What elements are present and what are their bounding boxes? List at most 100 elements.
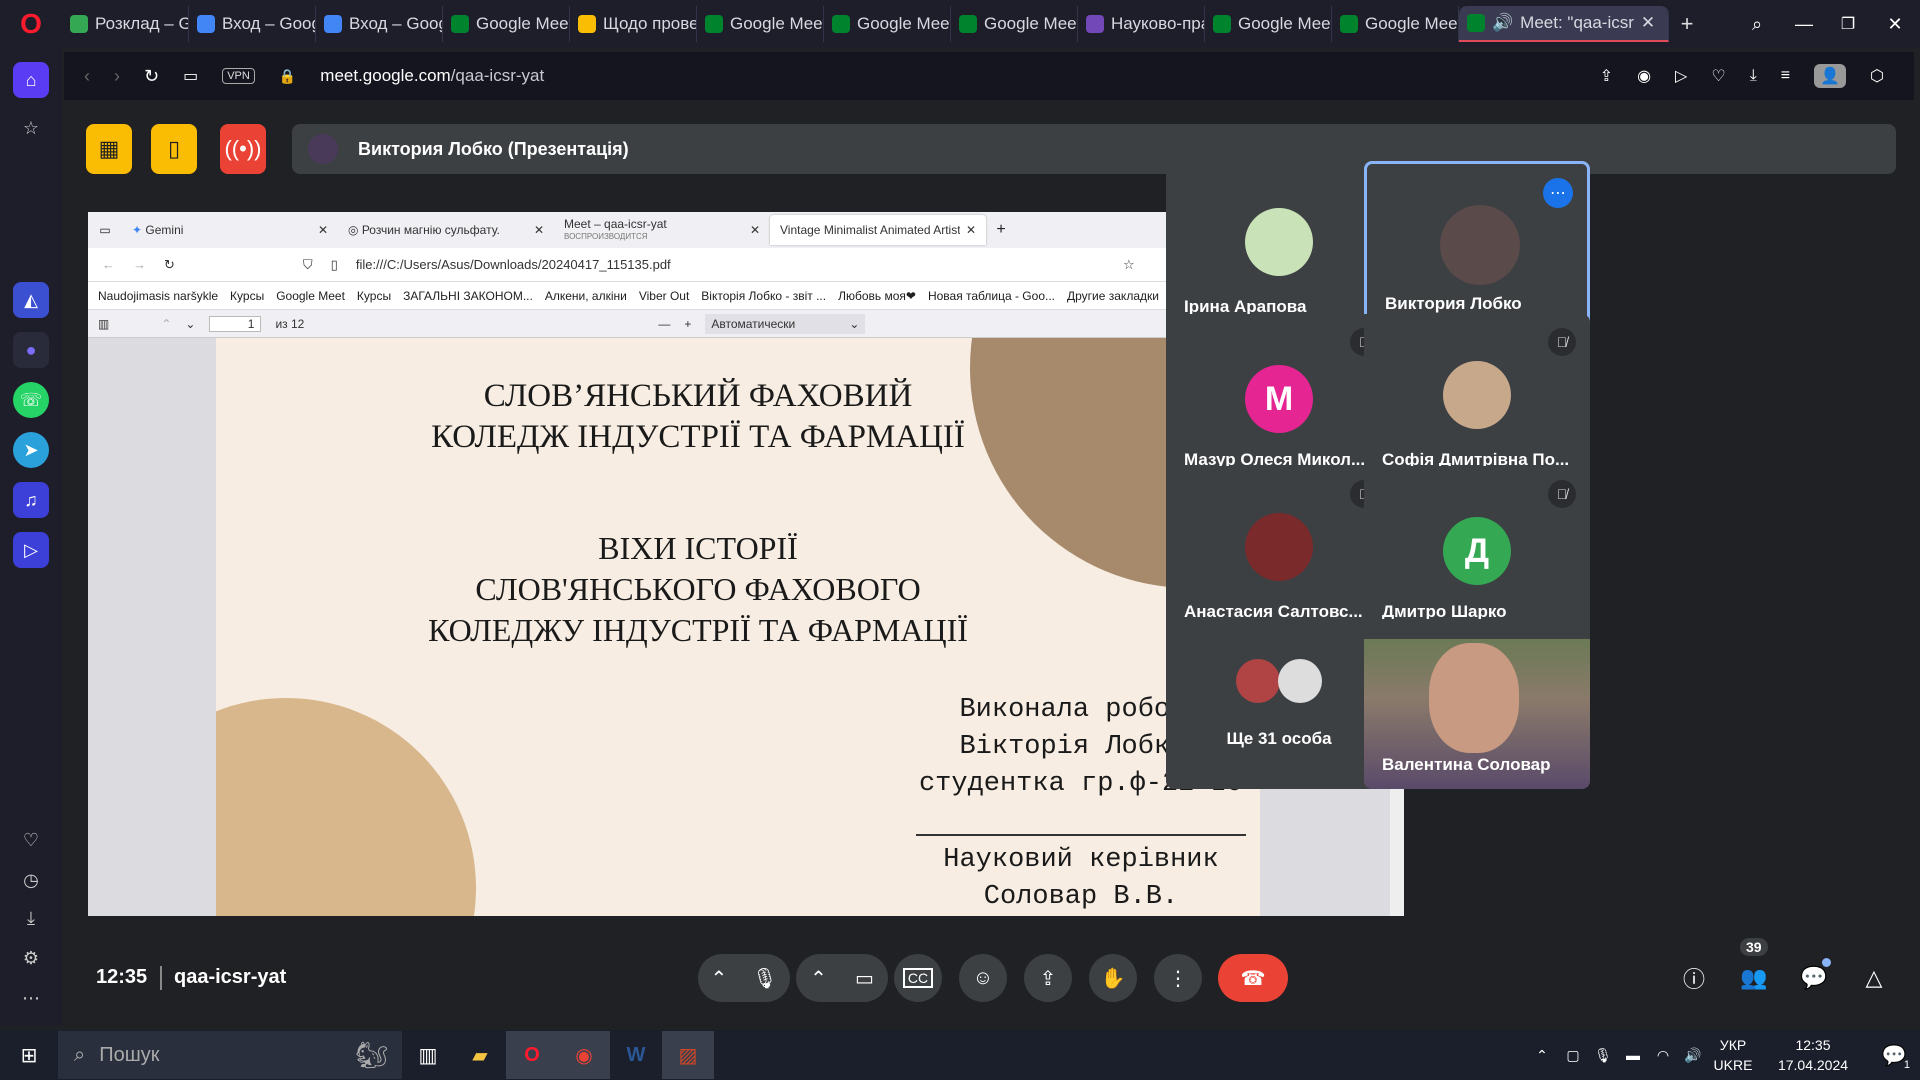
participant-tile[interactable]: 🎙̸ Софія Дмитрівна По...: [1364, 314, 1590, 484]
whatsapp-icon[interactable]: ☏: [13, 382, 49, 418]
powerpoint-taskbar-icon[interactable]: ▨: [662, 1031, 714, 1079]
broadcast-icon[interactable]: ((•)): [220, 124, 266, 174]
tab-list-icon[interactable]: ▭: [88, 223, 122, 237]
captions-button[interactable]: CC: [894, 954, 942, 1002]
info-icon[interactable]: ⓘ: [1676, 960, 1712, 996]
browser-tab[interactable]: Вход – Googl: [316, 6, 443, 42]
browser-tab[interactable]: Щодо прове: [570, 6, 697, 42]
bookmark-item[interactable]: Любовь моя❤: [838, 289, 916, 303]
raise-hand-button[interactable]: ✋: [1089, 954, 1137, 1002]
microphone-icon[interactable]: 🎙: [752, 966, 777, 991]
download-icon[interactable]: ⤓: [1750, 67, 1757, 85]
chevron-up-icon[interactable]: ⌃: [1526, 1031, 1558, 1079]
page-number-input[interactable]: 1: [209, 315, 262, 332]
vpn-badge[interactable]: VPN: [222, 68, 255, 84]
battery-icon[interactable]: ▬: [1618, 1031, 1648, 1079]
camera-icon[interactable]: ▭: [855, 966, 874, 991]
profile-icon[interactable]: 👤: [1814, 64, 1847, 88]
zoom-out-icon[interactable]: —: [658, 317, 670, 331]
participant-tile[interactable]: Валентина Соловар: [1364, 619, 1590, 789]
notifications-icon[interactable]: 💬 1: [1868, 1031, 1920, 1079]
close-icon[interactable]: ✕: [534, 223, 544, 237]
wifi-icon[interactable]: ◠: [1648, 1031, 1678, 1079]
browser-tab[interactable]: Google Meet: [1205, 6, 1332, 42]
emoji-button[interactable]: ☺: [959, 954, 1007, 1002]
present-button[interactable]: ⇪: [1024, 954, 1072, 1002]
bookmark-star-icon[interactable]: ☆: [1123, 257, 1135, 273]
bookmark-item[interactable]: Другие закладки: [1067, 289, 1159, 303]
windows-start-icon[interactable]: ⊞: [0, 1031, 58, 1079]
participant-tile[interactable]: 🎙̸Анастасия Салтовс...: [1166, 466, 1392, 636]
share-icon[interactable]: ⇪: [1600, 66, 1613, 86]
back-icon[interactable]: ‹: [84, 66, 90, 87]
ff-tab-vintage[interactable]: Vintage Minimalist Animated Artist ✕: [770, 215, 986, 245]
restore-button[interactable]: ❐: [1826, 14, 1870, 34]
file-url[interactable]: file:///C:/Users/Asus/Downloads/20240417…: [356, 257, 671, 272]
send-icon[interactable]: ▷: [1675, 66, 1687, 86]
file-explorer-icon[interactable]: ▰: [454, 1031, 506, 1079]
camera-icon[interactable]: ▭: [183, 66, 198, 86]
star-icon[interactable]: ☆: [13, 110, 49, 146]
tab-meet-active[interactable]: 🔊 Meet: "qaa-icsr ✕: [1459, 6, 1669, 42]
bookmark-item[interactable]: Новая таблица - Goo...: [928, 289, 1055, 303]
zoom-in-icon[interactable]: +: [684, 317, 691, 331]
search-tabs-icon[interactable]: ⌕: [1732, 14, 1782, 35]
heart-icon[interactable]: ♡: [1711, 66, 1725, 86]
more-icon[interactable]: ⋯: [13, 980, 49, 1016]
ff-tab-magnesium[interactable]: ◎ Розчин магнію сульфату. ✕: [338, 215, 554, 245]
prev-page-icon[interactable]: ⌃: [161, 317, 171, 331]
browser-tab[interactable]: Вход – Googl: [189, 6, 316, 42]
home-icon[interactable]: ⌂: [13, 62, 49, 98]
close-window-button[interactable]: ✕: [1870, 14, 1920, 35]
sidebar-toggle-icon[interactable]: ▥: [98, 317, 109, 331]
mic-group[interactable]: ⌃ 🎙: [698, 954, 790, 1002]
close-icon[interactable]: ✕: [318, 223, 328, 237]
close-icon[interactable]: ✕: [1641, 13, 1655, 33]
next-page-icon[interactable]: ⌄: [185, 317, 195, 331]
browser-tab[interactable]: Google Meet: [1332, 6, 1459, 42]
opera-logo-icon[interactable]: O: [0, 8, 62, 40]
bookmark-item[interactable]: Курсы: [357, 289, 391, 303]
shield-icon[interactable]: ⛉: [303, 257, 313, 273]
new-tab-button[interactable]: +: [986, 221, 1016, 239]
browser-tab[interactable]: Google Meet: [824, 6, 951, 42]
back-icon[interactable]: ←: [102, 257, 115, 272]
history-icon[interactable]: ◷: [13, 862, 49, 898]
chevron-up-icon[interactable]: ⌃: [710, 966, 727, 991]
browser-tab[interactable]: Google Meet: [951, 6, 1078, 42]
chrome-taskbar-icon[interactable]: ◉: [558, 1031, 610, 1079]
chevron-up-icon[interactable]: ⌃: [810, 966, 827, 991]
forward-icon[interactable]: →: [133, 257, 146, 272]
camera-group[interactable]: ⌃ ▭: [796, 954, 888, 1002]
close-icon[interactable]: ✕: [966, 223, 976, 237]
stop-presenting-icon[interactable]: ▦: [86, 124, 132, 174]
settings-icon[interactable]: ⚙: [13, 940, 49, 976]
extensions-icon[interactable]: ⬡: [1870, 66, 1884, 86]
zoom-select[interactable]: Автоматически ⌄: [705, 313, 866, 334]
telegram-icon[interactable]: ➤: [13, 432, 49, 468]
microphone-icon[interactable]: 🎙: [1588, 1031, 1618, 1079]
bookmark-item[interactable]: Naudojimasis naršykle: [98, 289, 218, 303]
participant-tile[interactable]: Ще 31 особа: [1166, 619, 1392, 789]
bookmark-item[interactable]: ЗАГАЛЬНІ ЗАКОНОМ...: [403, 289, 533, 303]
task-view-icon[interactable]: ▥: [402, 1031, 454, 1079]
messenger-icon[interactable]: ●: [13, 332, 49, 368]
snapshot-icon[interactable]: ◉: [1637, 66, 1651, 86]
ff-tab-meet[interactable]: Meet – qaa-icsr-yat ВОСПРОИЗВОДИТСЯ ✕: [554, 215, 770, 245]
participant-tile[interactable]: Ірина Арапова: [1166, 161, 1392, 331]
downloads-icon[interactable]: ⤓: [13, 900, 49, 936]
url-field[interactable]: meet.google.com/qaa-icsr-yat: [320, 66, 544, 86]
ff-tab-gemini[interactable]: ✦ Gemini ✕: [122, 215, 338, 245]
word-taskbar-icon[interactable]: W: [610, 1031, 662, 1079]
more-options-button[interactable]: ⋮: [1154, 954, 1202, 1002]
bookmark-item[interactable]: Курсы: [230, 289, 264, 303]
reload-icon[interactable]: ↻: [144, 66, 159, 87]
easy-setup-icon[interactable]: ≡: [1781, 67, 1790, 85]
new-tab-button[interactable]: +: [1669, 11, 1705, 37]
browser-tab[interactable]: Науково-пра: [1078, 6, 1205, 42]
minimize-button[interactable]: —: [1782, 14, 1826, 35]
aria-icon[interactable]: ◭: [13, 282, 49, 318]
layout-icon[interactable]: ▯: [151, 124, 197, 174]
people-icon[interactable]: 👥: [1736, 960, 1772, 996]
forward-icon[interactable]: ›: [114, 66, 120, 87]
